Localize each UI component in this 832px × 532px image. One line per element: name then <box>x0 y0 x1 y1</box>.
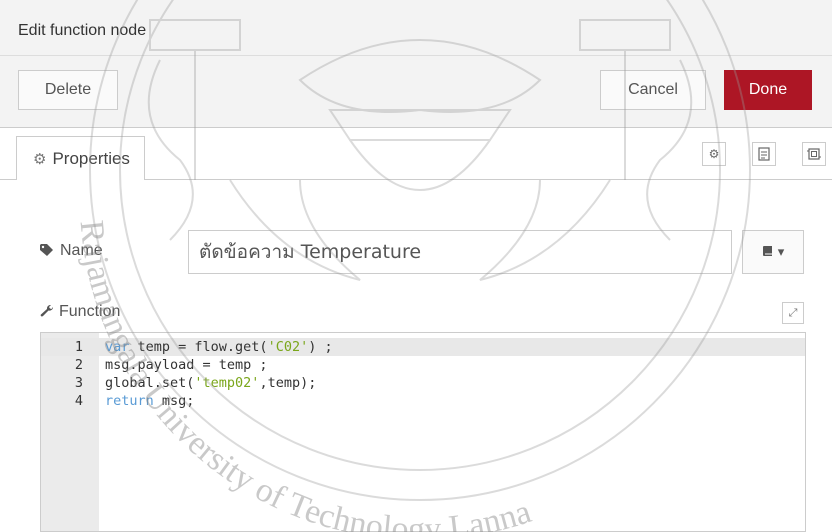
cancel-button[interactable]: Cancel <box>600 70 706 110</box>
expand-editor-button[interactable]: ⤢ <box>782 302 804 324</box>
code-token: 'C02' <box>267 339 309 355</box>
dialog-titlebar: Edit function node <box>0 0 832 56</box>
description-tab-icon[interactable] <box>752 142 776 166</box>
code-token: ) ; <box>308 339 333 355</box>
appearance-icon <box>807 148 821 160</box>
code-line[interactable]: 3 global.set('temp02',temp); <box>41 374 805 392</box>
code-line[interactable]: 4 return msg; <box>41 392 805 410</box>
delete-button[interactable]: Delete <box>18 70 118 110</box>
code-token: ,temp); <box>259 375 317 391</box>
code-token: return <box>105 393 154 409</box>
appearance-tab-icon[interactable] <box>802 142 826 166</box>
chevron-down-icon: ▾ <box>777 244 785 259</box>
code-token: temp = flow.get( <box>129 339 268 355</box>
tab-properties-label: Properties <box>52 148 130 168</box>
dialog-title: Edit function node <box>18 22 147 39</box>
line-number: 3 <box>74 375 83 391</box>
name-input[interactable]: ตัดข้อความ Temperature <box>188 230 732 274</box>
settings-tab-gear-icon[interactable]: ⚙ <box>702 142 726 166</box>
book-icon <box>762 245 774 260</box>
tag-icon <box>40 243 55 259</box>
code-line[interactable]: 2 msg.payload = temp ; <box>41 356 805 374</box>
code-token: global.set( <box>105 375 195 391</box>
code-line[interactable]: 1 var temp = flow.get('C02') ; <box>41 338 805 356</box>
done-button[interactable]: Done <box>724 70 812 110</box>
code-token: msg.payload = temp ; <box>105 357 268 373</box>
library-button[interactable]: ▾ <box>742 230 804 274</box>
code-editor[interactable]: 1 var temp = flow.get('C02') ; 2 msg.payloa… <box>40 332 806 532</box>
code-token: var <box>105 339 130 355</box>
code-text: msg.payload = temp ; <box>105 356 268 374</box>
code-text: global.set('temp02',temp); <box>105 374 316 392</box>
code-token: 'temp02' <box>194 375 260 391</box>
code-text: var temp = flow.get('C02') ; <box>105 338 333 356</box>
expand-icon: ⤢ <box>788 306 798 319</box>
code-token: msg; <box>153 393 195 409</box>
gear-icon: ⚙ <box>33 150 47 168</box>
function-label: Function <box>59 303 121 320</box>
dialog-button-bar: Delete Cancel Done <box>0 56 832 128</box>
wrench-icon <box>40 304 54 321</box>
name-label-wrap: Name <box>40 242 103 260</box>
code-text: return msg; <box>105 392 194 410</box>
line-number: 2 <box>74 357 83 373</box>
name-label: Name <box>60 242 103 259</box>
line-number: 4 <box>74 393 83 409</box>
tab-properties[interactable]: ⚙ Properties <box>16 136 145 180</box>
function-label-wrap: Function <box>40 303 120 321</box>
line-number: 1 <box>74 339 83 355</box>
description-icon <box>758 147 770 161</box>
